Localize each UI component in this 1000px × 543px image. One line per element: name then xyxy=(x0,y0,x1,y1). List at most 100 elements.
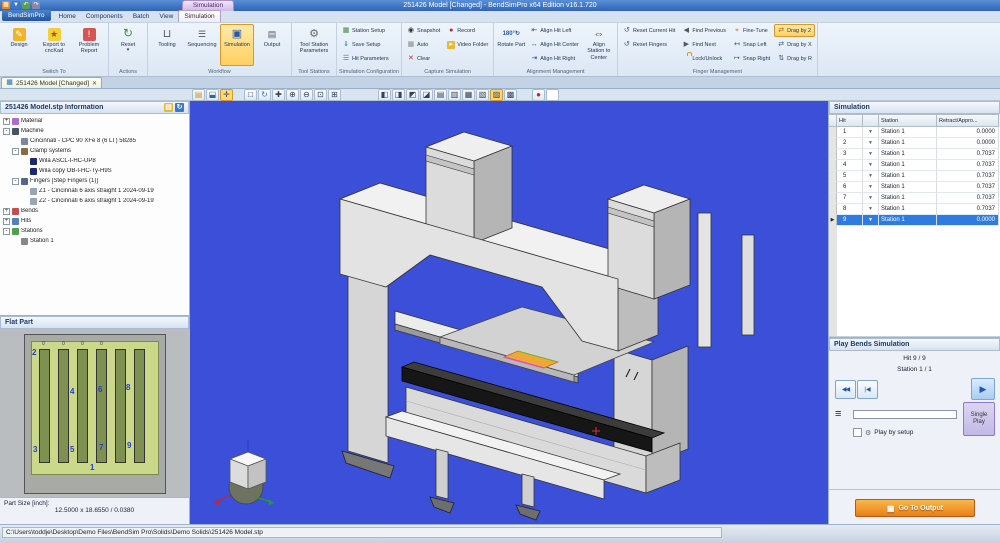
video-folder-button[interactable]: ▸ Video Folder xyxy=(444,38,491,51)
expander-icon[interactable]: + xyxy=(3,217,10,225)
tab-view[interactable]: View xyxy=(154,11,178,22)
tree-node-hits[interactable]: + Hits xyxy=(0,216,189,226)
tree-node-wila-lower[interactable]: Wila copy OB-I-HC-Ty-H9S xyxy=(0,166,189,176)
dropdown-icon[interactable]: ▼ xyxy=(863,215,879,226)
tree-node-machine[interactable]: - Machine xyxy=(0,126,189,136)
find-next-button[interactable]: ▶ Find Next xyxy=(679,38,729,51)
view-top-left-icon[interactable]: ◩ xyxy=(406,88,419,101)
dropdown-icon[interactable]: ▼ xyxy=(863,204,879,215)
tab-batch[interactable]: Batch xyxy=(128,11,155,22)
save-setup-button[interactable]: ⇓ Save Setup xyxy=(339,38,392,51)
flat-part-canvas[interactable]: 0 0 0 0 2 4 6 8 3 5 7 9 1 xyxy=(0,329,190,497)
lock-unlock-button[interactable]: Lock/Unlock xyxy=(679,52,729,65)
station-setup-button[interactable]: ▦ Station Setup xyxy=(339,24,392,37)
zoom-window-icon[interactable]: ⊡ xyxy=(314,88,327,101)
dropdown-icon[interactable]: ▼ xyxy=(863,149,879,160)
expander-icon[interactable]: - xyxy=(12,177,19,185)
expander-icon[interactable]: + xyxy=(3,117,10,125)
layers-icon[interactable]: ≡ xyxy=(835,408,848,420)
save-view-icon[interactable]: ⬓ xyxy=(206,88,219,101)
snap-left-button[interactable]: ↤ Snap Left xyxy=(730,38,773,51)
panel-tool-icon[interactable]: ▤ xyxy=(164,103,173,112)
tree-node-material[interactable]: + Material xyxy=(0,116,189,126)
expander-icon[interactable]: + xyxy=(3,207,10,215)
zoom-fit-icon[interactable]: ⊞ xyxy=(328,88,341,101)
open-folder-icon[interactable]: ▤ xyxy=(192,88,205,101)
save-icon[interactable]: ▼ xyxy=(12,1,20,9)
view-cube[interactable] xyxy=(213,440,275,505)
expander-icon[interactable]: - xyxy=(3,127,10,135)
column-header-station[interactable]: Station xyxy=(879,114,937,127)
hit-row[interactable]: 7 ▼ Station 1 0.7037 xyxy=(829,193,1000,204)
hit-row-selected[interactable]: ▶ 9 ▼ Station 1 0.0000 xyxy=(829,215,1000,226)
reset-fingers-button[interactable]: ↺ Reset Fingers xyxy=(620,38,679,51)
undo-icon[interactable]: ↶ xyxy=(22,1,30,9)
viewport-3d[interactable] xyxy=(190,101,828,524)
view-right-icon[interactable]: ◨ xyxy=(392,88,405,101)
dropdown-icon[interactable]: ▼ xyxy=(863,138,879,149)
simulation-button[interactable]: ▣ Simulation xyxy=(220,24,254,66)
tab-home[interactable]: Home xyxy=(54,11,81,22)
record-video-icon[interactable]: ● xyxy=(532,88,545,101)
column-header-hit[interactable]: Hit xyxy=(837,114,863,127)
play-by-setup-checkbox[interactable] xyxy=(853,428,862,437)
close-icon[interactable]: ✕ xyxy=(92,80,97,87)
output-button[interactable]: ▤ Output xyxy=(255,24,289,66)
tab-simulation[interactable]: Simulation xyxy=(178,10,221,22)
hit-row[interactable]: 6 ▼ Station 1 0.7037 xyxy=(829,182,1000,193)
drag-by-r-button[interactable]: ⇅ Drag by R xyxy=(774,52,815,65)
tree-node-station-1[interactable]: Station 1 xyxy=(0,236,189,246)
tool-station-parameters-button[interactable]: ⚙ Tool Station Parameters xyxy=(294,24,334,66)
hit-row[interactable]: 3 ▼ Station 1 0.7037 xyxy=(829,149,1000,160)
panel-refresh-icon[interactable]: ↻ xyxy=(175,103,184,112)
dropdown-icon[interactable]: ▼ xyxy=(863,193,879,204)
find-previous-button[interactable]: ◀ Find Previous xyxy=(679,24,729,37)
dropdown-icon[interactable]: ▼ xyxy=(863,127,879,138)
tree-node-stations[interactable]: - Stations xyxy=(0,226,189,236)
view-side-icon[interactable]: ▥ xyxy=(448,88,461,101)
tree-node-clamp-systems[interactable]: - Clamp systems xyxy=(0,146,189,156)
clear-button[interactable]: ✕ Clear xyxy=(404,52,443,65)
active-tool-icon[interactable]: ✛ xyxy=(220,88,233,101)
align-hit-left-button[interactable]: ⇤ Align Hit Left xyxy=(527,24,582,37)
record-button[interactable]: ● Record xyxy=(444,24,491,37)
orbit-icon[interactable]: ↻ xyxy=(258,88,271,101)
tab-components[interactable]: Components xyxy=(81,11,128,22)
design-button[interactable]: ✎ Design xyxy=(2,24,36,66)
document-tab[interactable]: ▦ 251426 Model [Changed] ✕ xyxy=(1,77,103,88)
snapshot-button[interactable]: ◉ Snapshot xyxy=(404,24,443,37)
snap-right-button[interactable]: ↦ Snap Right xyxy=(730,52,773,65)
tooling-button[interactable]: ⊔ Tooling xyxy=(150,24,184,66)
view-iso-left-icon[interactable]: ▧ xyxy=(476,88,489,101)
redo-icon[interactable]: ↷ xyxy=(32,1,40,9)
dropdown-icon[interactable]: ▼ xyxy=(863,171,879,182)
expander-icon[interactable]: - xyxy=(3,227,10,235)
rotate-part-button[interactable]: 180° ↻ Rotate Part xyxy=(496,24,526,66)
align-hit-right-button[interactable]: ⇥ Align Hit Right xyxy=(527,52,582,65)
view-iso-right-icon[interactable]: ▨ xyxy=(490,88,503,101)
export-to-cnckad-button[interactable]: ★ Export to cncKad xyxy=(37,24,71,66)
tab-bendsimpro[interactable]: BendSimPro xyxy=(2,10,51,21)
view-grid-icon[interactable]: ▦ xyxy=(462,88,475,101)
align-hit-center-button[interactable]: ↔ Align Hit Center xyxy=(527,38,582,51)
view-left-icon[interactable]: ◧ xyxy=(378,88,391,101)
stop-icon[interactable] xyxy=(546,88,559,101)
app-icon[interactable]: ▦ xyxy=(2,1,10,9)
fine-tune-button[interactable]: ⌖ Fine-Tune xyxy=(730,24,773,37)
hit-row[interactable]: 2 ▼ Station 1 0.0000 xyxy=(829,138,1000,149)
view-top-icon[interactable]: ▤ xyxy=(434,88,447,101)
zoom-out-icon[interactable]: ⊖ xyxy=(300,88,313,101)
auto-button[interactable]: ▦ Auto xyxy=(404,38,443,51)
dropdown-icon[interactable]: ▼ xyxy=(863,160,879,171)
column-header-dropdown[interactable] xyxy=(863,114,879,127)
go-to-first-button[interactable]: ◀◀ xyxy=(835,380,856,399)
pan-icon[interactable]: ✚ xyxy=(272,88,285,101)
go-to-output-button[interactable]: ▦ Go To Output xyxy=(855,499,975,517)
hit-parameters-button[interactable]: ☰ Hit Parameters xyxy=(339,52,392,65)
sequencing-button[interactable]: ☰ Sequencing xyxy=(185,24,219,66)
previous-hit-button[interactable]: |◀ xyxy=(857,380,878,399)
hit-row[interactable]: 4 ▼ Station 1 0.7037 xyxy=(829,160,1000,171)
view-full-icon[interactable]: ▩ xyxy=(504,88,517,101)
column-header-retract[interactable]: Retract/Appro... xyxy=(937,114,999,127)
reset-button[interactable]: ↻ Reset ▾ xyxy=(111,24,145,66)
